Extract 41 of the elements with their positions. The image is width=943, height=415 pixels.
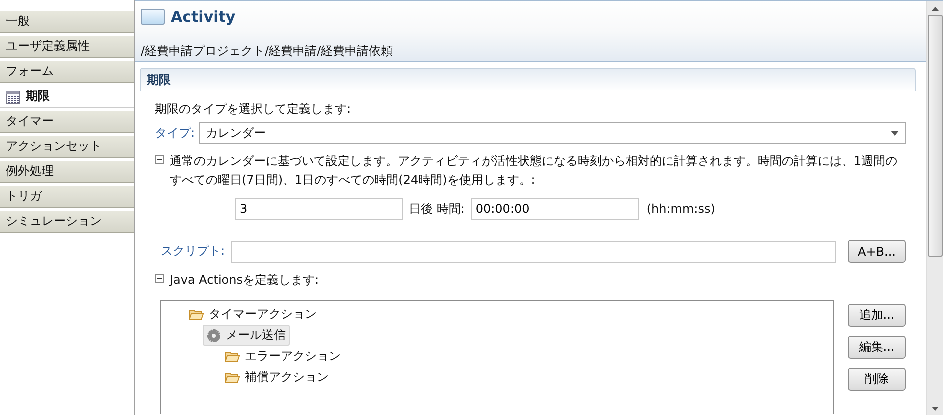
collapse-toggle[interactable] (155, 274, 164, 283)
tree-action-button[interactable]: 削除 (848, 368, 906, 391)
sidebar-tab[interactable]: 一般 (0, 10, 134, 33)
breadcrumb-path: /経費申請プロジェクト/経費申請/経費申請依頼 (141, 43, 394, 60)
time-field[interactable]: 00:00:00 (470, 198, 639, 220)
folder-icon (225, 372, 240, 384)
folder-icon (225, 350, 240, 362)
activity-icon (141, 9, 165, 25)
sidebar-tab[interactable]: 例外処理 (0, 160, 134, 183)
type-label: タイプ: (155, 124, 196, 142)
vertical-scrollbar[interactable] (926, 1, 943, 415)
page-title: Activity (171, 8, 236, 26)
section-title: 期限 (147, 72, 171, 88)
tree-item[interactable]: エラーアクション (221, 346, 345, 367)
scroll-up-icon[interactable] (932, 7, 938, 11)
tree-item[interactable]: 補償アクション (221, 367, 333, 388)
tree-item[interactable]: タイマーアクション (185, 304, 321, 325)
days-field[interactable]: 3 (235, 198, 403, 220)
calendar-icon (6, 90, 20, 104)
dropdown-arrow-icon (891, 130, 899, 136)
expression-button[interactable]: A+B... (848, 240, 906, 263)
scroll-down-icon[interactable] (932, 407, 938, 411)
tree-action-button[interactable]: 追加... (848, 304, 906, 327)
sidebar-tab[interactable]: アクションセット (0, 135, 134, 158)
type-dropdown[interactable]: カレンダー (199, 122, 906, 144)
days-label: 日後 時間: (409, 200, 465, 218)
tree-item[interactable]: メール送信 (203, 325, 290, 346)
java-actions-title: Java Actionsを定義します: (170, 272, 320, 289)
sidebar-tab[interactable]: シミュレーション (0, 210, 134, 233)
sidebar-tab[interactable]: トリガ (0, 185, 134, 208)
collapse-toggle[interactable] (155, 155, 164, 164)
script-label: スクリプト: (161, 243, 226, 260)
tree-action-button[interactable]: 編集... (848, 336, 906, 359)
folder-icon (189, 308, 204, 320)
intro-text: 期限のタイプを選択して定義します: (155, 101, 352, 118)
time-format-hint: (hh:mm:ss) (646, 202, 716, 216)
sidebar-tab[interactable]: フォーム (0, 60, 134, 83)
sidebar-tab[interactable]: ユーザ定義属性 (0, 35, 134, 58)
sidebar-tab[interactable]: タイマー (0, 110, 134, 133)
calendar-description: 通常のカレンダーに基づいて設定します。アクティビティが活性状態になる時刻から相対的に計算されます。時間の計算には、1週間のすべての曜日(7日間)、1日のすべての時間(24時間)を使用します。: (170, 153, 899, 189)
gear-icon (207, 328, 221, 342)
